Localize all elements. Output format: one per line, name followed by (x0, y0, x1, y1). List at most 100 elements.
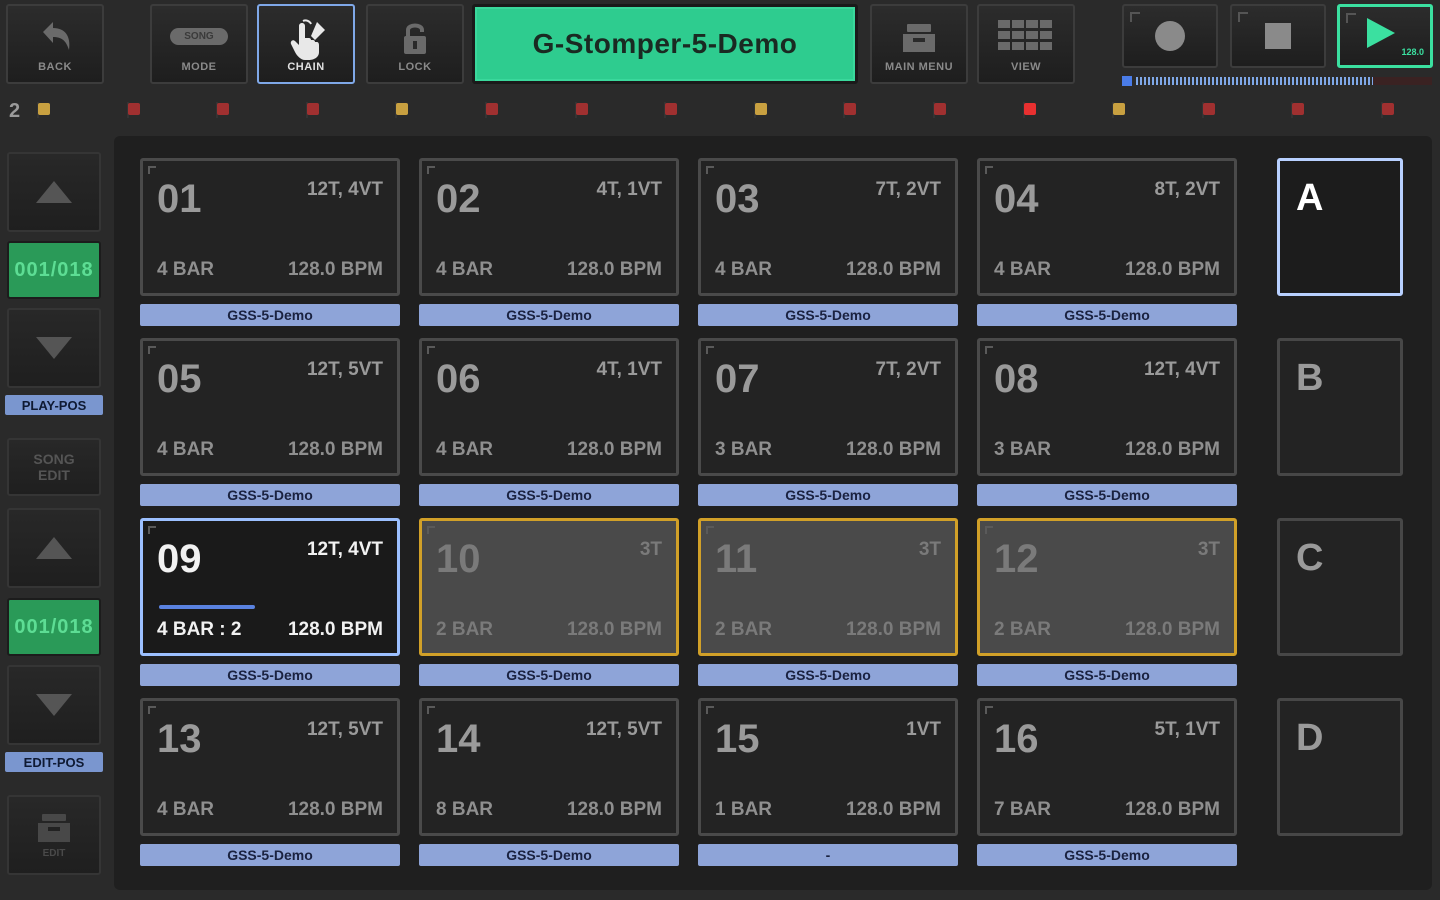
progress-remaining (1373, 77, 1432, 85)
bank-button-d[interactable]: D (1277, 698, 1403, 836)
edit-label: EDIT (42, 847, 66, 859)
pad-kit-label[interactable]: GSS-5-Demo (419, 664, 679, 686)
pad-number: 12 (994, 537, 1039, 581)
bank-button-a[interactable]: A (1277, 158, 1403, 296)
song-edit-button[interactable]: SONG EDIT (7, 438, 101, 496)
grid-view-icon (979, 18, 1073, 54)
pattern-pad-13[interactable]: 13 12T, 5VT 4 BAR 128.0 BPM (140, 698, 400, 836)
pattern-pad-09[interactable]: 09 12T, 4VT 4 BAR : 2 128.0 BPM (140, 518, 400, 656)
pattern-pad-15[interactable]: 15 1VT 1 BAR 128.0 BPM (698, 698, 958, 836)
progress-fill (1136, 77, 1373, 85)
edit-pos-down-button[interactable] (7, 665, 101, 745)
edit-pos-up-button[interactable] (7, 508, 101, 588)
record-button[interactable] (1122, 4, 1218, 68)
chain-button[interactable]: CHAIN (257, 4, 355, 84)
pad-number: 05 (157, 357, 202, 401)
pattern-pad-04[interactable]: 04 8T, 2VT 4 BAR 128.0 BPM (977, 158, 1237, 296)
pad-kit-label[interactable]: GSS-5-Demo (698, 304, 958, 326)
pattern-pad-16[interactable]: 16 5T, 1VT 7 BAR 128.0 BPM (977, 698, 1237, 836)
pattern-pad-10[interactable]: 10 3T 2 BAR 128.0 BPM (419, 518, 679, 656)
pad-tracks: 7T, 2VT (875, 359, 941, 380)
pattern-flag-icon[interactable] (1380, 102, 1396, 118)
pattern-pad-02[interactable]: 02 4T, 1VT 4 BAR 128.0 BPM (419, 158, 679, 296)
pattern-flag-icon[interactable] (1201, 102, 1217, 118)
pattern-pad-05[interactable]: 05 12T, 5VT 4 BAR 128.0 BPM (140, 338, 400, 476)
pattern-flag-icon[interactable] (484, 102, 500, 118)
pattern-flag-icon[interactable] (1290, 102, 1306, 118)
lock-button[interactable]: LOCK (366, 4, 464, 84)
back-button[interactable]: BACK (6, 4, 104, 84)
pattern-flag-icon[interactable] (394, 102, 410, 118)
pad-kit-label[interactable]: GSS-5-Demo (977, 304, 1237, 326)
pad-kit-label[interactable]: GSS-5-Demo (977, 484, 1237, 506)
arrow-up-icon (36, 537, 72, 559)
pad-kit-label[interactable]: GSS-5-Demo (140, 844, 400, 866)
drawer-icon (872, 18, 966, 58)
pad-tracks: 5T, 1VT (1154, 719, 1220, 740)
pad-kit-label[interactable]: GSS-5-Demo (419, 304, 679, 326)
pad-kit-label[interactable]: GSS-5-Demo (977, 844, 1237, 866)
edit-button[interactable]: EDIT (7, 795, 101, 875)
pad-bpm: 128.0 BPM (845, 439, 941, 460)
pad-kit-label[interactable]: GSS-5-Demo (140, 484, 400, 506)
pattern-flag-icon[interactable] (36, 102, 52, 118)
pattern-flag-icon[interactable] (663, 102, 679, 118)
pad-number: 11 (715, 537, 758, 581)
bank-button-b[interactable]: B (1277, 338, 1403, 476)
pad-bpm: 128.0 BPM (1124, 619, 1220, 640)
pad-tracks: 8T, 2VT (1154, 179, 1220, 200)
pad-kit-label[interactable]: GSS-5-Demo (977, 664, 1237, 686)
mode-button[interactable]: SONG MODE (150, 4, 248, 84)
bank-button-c[interactable]: C (1277, 518, 1403, 656)
pad-kit-label[interactable]: GSS-5-Demo (419, 484, 679, 506)
play-pos-down-button[interactable] (7, 308, 101, 388)
pattern-flag-icon[interactable] (753, 102, 769, 118)
bank-letter: D (1296, 717, 1324, 759)
pattern-pad-14[interactable]: 14 12T, 5VT 8 BAR 128.0 BPM (419, 698, 679, 836)
pattern-pad-06[interactable]: 06 4T, 1VT 4 BAR 128.0 BPM (419, 338, 679, 476)
pad-kit-label[interactable]: GSS-5-Demo (698, 484, 958, 506)
pad-number: 06 (436, 357, 481, 401)
pad-kit-label[interactable]: - (698, 844, 958, 866)
pad-kit-label[interactable]: GSS-5-Demo (140, 304, 400, 326)
pad-tracks: 12T, 4VT (1143, 359, 1220, 380)
pattern-index: 2 (9, 100, 21, 122)
pattern-pad-12[interactable]: 12 3T 2 BAR 128.0 BPM (977, 518, 1237, 656)
project-title-button[interactable]: G-Stomper-5-Demo (472, 4, 858, 84)
view-button[interactable]: VIEW (977, 4, 1075, 84)
pattern-pad-01[interactable]: 01 12T, 4VT 4 BAR 128.0 BPM (140, 158, 400, 296)
stop-button[interactable] (1230, 4, 1326, 68)
pad-bars: 4 BAR (157, 259, 215, 280)
arrow-down-icon (36, 694, 72, 716)
song-progress-bar[interactable] (1122, 74, 1432, 88)
pad-number: 13 (157, 717, 202, 761)
lock-icon (368, 18, 462, 58)
play-pos-display: 001/018 (7, 241, 101, 299)
play-pos-up-button[interactable] (7, 152, 101, 232)
pattern-flag-icon[interactable] (305, 102, 321, 118)
pad-tracks: 3T (639, 539, 662, 560)
pad-bpm: 128.0 BPM (1124, 259, 1220, 280)
pattern-flag-icon[interactable] (574, 102, 590, 118)
pattern-pad-08[interactable]: 08 12T, 4VT 3 BAR 128.0 BPM (977, 338, 1237, 476)
pattern-pad-07[interactable]: 07 7T, 2VT 3 BAR 128.0 BPM (698, 338, 958, 476)
play-button[interactable]: 128.0 (1337, 4, 1433, 68)
pattern-flag-icon[interactable] (932, 102, 948, 118)
pad-kit-label[interactable]: GSS-5-Demo (419, 844, 679, 866)
pattern-flag-icon[interactable] (215, 102, 231, 118)
pattern-pad-11[interactable]: 11 3T 2 BAR 128.0 BPM (698, 518, 958, 656)
bank-letter: A (1296, 177, 1324, 219)
pattern-flag-icon[interactable] (842, 102, 858, 118)
pad-kit-label[interactable]: GSS-5-Demo (140, 664, 400, 686)
main-menu-button[interactable]: MAIN MENU (870, 4, 968, 84)
pad-number: 10 (436, 537, 481, 581)
edit-pos-display: 001/018 (7, 598, 101, 656)
pattern-pad-03[interactable]: 03 7T, 2VT 4 BAR 128.0 BPM (698, 158, 958, 296)
pad-bars: 1 BAR (715, 799, 773, 820)
edit-pos-label: EDIT-POS (5, 752, 103, 772)
pattern-flag-icon[interactable] (1111, 102, 1127, 118)
pattern-flag-icon[interactable] (126, 102, 142, 118)
pad-tracks: 12T, 5VT (306, 359, 383, 380)
pattern-flag-icon[interactable] (1022, 102, 1038, 118)
pad-kit-label[interactable]: GSS-5-Demo (698, 664, 958, 686)
